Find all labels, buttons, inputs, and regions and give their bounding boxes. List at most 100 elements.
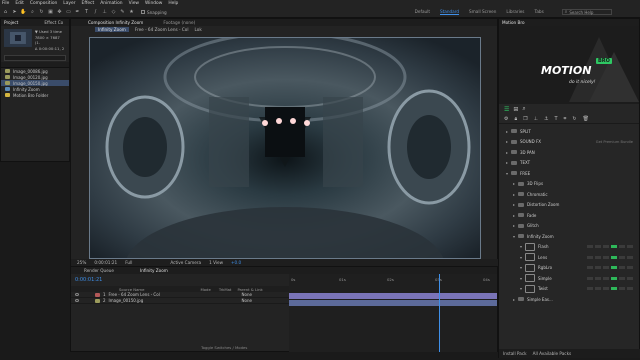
roto-tool-icon[interactable]: ✎ xyxy=(119,9,126,16)
chevron-right-icon[interactable]: ▸ xyxy=(510,192,518,197)
eraser-tool-icon[interactable]: ◇ xyxy=(110,9,117,16)
pen-tool-icon[interactable]: ✒ xyxy=(74,9,81,16)
timeline-graph[interactable]: 0s01s02s03s04s xyxy=(289,274,497,352)
copy-icon[interactable]: ❐ xyxy=(523,116,527,122)
list-icon[interactable]: ☰ xyxy=(504,106,509,113)
tab-render-queue[interactable]: Render Queue xyxy=(84,268,114,273)
menu-item[interactable]: Layer xyxy=(63,1,75,6)
preset-tree-item[interactable]: ▸ Simple Eas... xyxy=(499,294,639,305)
menu-item[interactable]: View xyxy=(129,1,139,6)
lock-icon[interactable]: 🔒︎ xyxy=(514,116,517,122)
chevron-right-icon[interactable]: ▸ xyxy=(503,129,511,134)
chevron-down-icon[interactable]: ▾ xyxy=(517,244,525,249)
align-icon[interactable]: ⊥ xyxy=(534,116,538,122)
workspace-tab[interactable]: Libraries xyxy=(506,9,524,15)
resolution-select[interactable]: Full xyxy=(125,260,132,265)
menu-item[interactable]: Composition xyxy=(30,1,57,6)
zoom-tool-icon[interactable]: ⌕ xyxy=(29,9,36,16)
chevron-down-icon[interactable]: ▾ xyxy=(503,171,511,176)
preset-tree-item[interactable]: ▾ Lens xyxy=(499,252,639,263)
chevron-down-icon[interactable]: ▾ xyxy=(517,276,525,281)
snapping-checkbox[interactable] xyxy=(141,10,145,14)
text-icon[interactable]: T xyxy=(554,116,557,122)
composition-viewer[interactable] xyxy=(89,37,481,259)
preset-tree-item[interactable]: ▸ 3D PAN xyxy=(499,147,639,158)
rotate-tool-icon[interactable]: ↻ xyxy=(38,9,45,16)
grid-icon[interactable]: ⊞ xyxy=(513,106,518,113)
breadcrumb-item[interactable]: Lok xyxy=(195,27,202,32)
preset-tree-item[interactable]: ▸ Distortion Zoom xyxy=(499,200,639,211)
chevron-right-icon[interactable]: ▸ xyxy=(510,213,518,218)
camera-tool-icon[interactable]: ▣ xyxy=(47,9,54,16)
tab-project[interactable]: Project xyxy=(4,20,18,25)
layer-bar[interactable] xyxy=(289,293,497,299)
refresh-icon[interactable]: ↻ xyxy=(572,116,576,122)
chevron-right-icon[interactable]: ▸ xyxy=(510,223,518,228)
layer-label-color[interactable] xyxy=(95,298,100,303)
preset-tree-item[interactable]: ▸ Glitch xyxy=(499,221,639,232)
brush-tool-icon[interactable]: / xyxy=(92,9,99,16)
exposure-value[interactable]: +0.0 xyxy=(231,260,241,265)
menu-item[interactable]: Window xyxy=(145,1,162,6)
home-icon[interactable]: ⌂ xyxy=(2,9,9,16)
layer-label-color[interactable] xyxy=(95,292,100,297)
chevron-down-icon[interactable]: ▾ xyxy=(517,265,525,270)
preset-preview-icon[interactable] xyxy=(525,284,535,293)
project-item[interactable]: Motion Bro Folder xyxy=(1,92,69,98)
preset-tree-item[interactable]: ▸ 3D Flips xyxy=(499,179,639,190)
chevron-down-icon[interactable]: ▾ xyxy=(517,255,525,260)
puppet-tool-icon[interactable]: ★ xyxy=(128,9,135,16)
menu-item[interactable]: Animation xyxy=(100,1,122,6)
preset-preview-icon[interactable] xyxy=(525,274,535,283)
preset-tree-item[interactable]: ▾ FREE xyxy=(499,168,639,179)
tab-infinity-zoom[interactable]: Infinity Zoom xyxy=(140,268,168,273)
views-select[interactable]: 1 View xyxy=(209,260,223,265)
preset-preview-icon[interactable] xyxy=(525,263,535,272)
chevron-right-icon[interactable]: ▸ xyxy=(503,150,511,155)
shape-tool-icon[interactable]: ▭ xyxy=(65,9,72,16)
toggle-switches-modes[interactable]: Toggle Switches / Modes xyxy=(201,345,247,350)
workspace-tab[interactable]: Standard xyxy=(439,9,460,15)
preset-preview-icon[interactable] xyxy=(525,253,535,262)
layer-bar[interactable] xyxy=(289,300,497,306)
all-packs-link[interactable]: All Available Packs xyxy=(533,351,572,356)
visibility-eye-icon[interactable] xyxy=(75,293,79,296)
timeline-timecode[interactable]: 0:00:01:21 xyxy=(75,277,102,283)
pan-tool-icon[interactable]: ✥ xyxy=(56,9,63,16)
install-pack-link[interactable]: Install Pack xyxy=(503,351,527,356)
crop-icon[interactable]: ⌗ xyxy=(564,116,567,122)
layer-name[interactable]: Free - 64 Zoom Lens - Col xyxy=(109,292,179,297)
zoom-level[interactable]: 25% xyxy=(77,260,86,265)
trash-icon[interactable]: 🗑︎ xyxy=(583,116,589,122)
premium-badge[interactable]: Get Premium Bundle xyxy=(596,140,633,144)
search-help-field[interactable]: ⌕ Search Help xyxy=(561,9,612,15)
preset-tree-item[interactable]: ▾ Infinity Zoom xyxy=(499,231,639,242)
preset-tree-item[interactable]: ▾ RgbLro xyxy=(499,263,639,274)
breadcrumb-item[interactable]: Free - 64 Zoom Lens - Col xyxy=(135,27,189,32)
layer-parent-select[interactable]: None xyxy=(242,292,252,297)
workspace-tab[interactable]: Small Screen xyxy=(469,9,496,15)
chevron-down-icon[interactable]: ▾ xyxy=(510,234,518,239)
preset-tree-item[interactable]: ▾ Twist xyxy=(499,284,639,295)
time-ruler[interactable]: 0s01s02s03s04s xyxy=(289,274,497,286)
workspace-tab[interactable]: Tabs xyxy=(535,9,544,15)
layer-parent-select[interactable]: None xyxy=(242,298,252,303)
tab-footage[interactable]: Footage (none) xyxy=(163,20,195,25)
menu-item[interactable]: Help xyxy=(168,1,178,6)
tab-composition[interactable]: Composition Infinity Zoom xyxy=(88,20,143,25)
tab-effect-controls[interactable]: Effect Co xyxy=(44,20,63,25)
menu-item[interactable]: File xyxy=(2,1,9,6)
menu-item[interactable]: Edit xyxy=(15,1,24,6)
camera-select[interactable]: Active Camera xyxy=(170,260,201,265)
hand-tool-icon[interactable]: ✋ xyxy=(20,9,27,16)
playhead[interactable] xyxy=(439,274,440,352)
anchor-icon[interactable]: ⚓︎ xyxy=(544,116,548,122)
breadcrumb-item[interactable]: Infinity Zoom xyxy=(95,26,129,32)
visibility-eye-icon[interactable] xyxy=(75,299,79,302)
panel-title[interactable]: Motion Bro xyxy=(502,20,525,25)
preset-tree-item[interactable]: ▾ Simple xyxy=(499,273,639,284)
search-icon[interactable]: ⌕ xyxy=(522,105,525,113)
preset-tree-item[interactable]: ▸ TEXT xyxy=(499,158,639,169)
text-tool-icon[interactable]: T xyxy=(83,9,90,16)
preset-tree-item[interactable]: ▸ Chromatic xyxy=(499,189,639,200)
